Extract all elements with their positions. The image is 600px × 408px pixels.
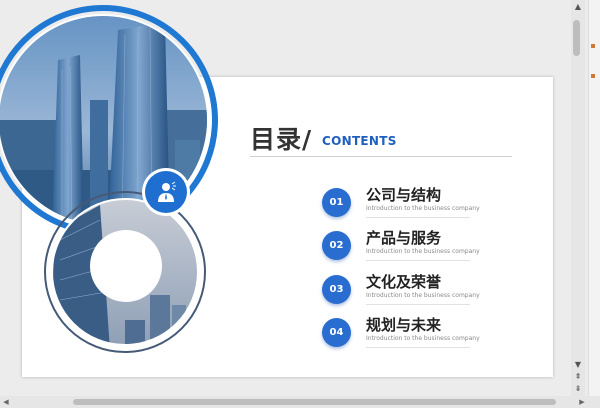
toc-item-subtitle: Introduction to the business company [366,292,480,299]
toc-item-1[interactable]: 01 公司与结构 Introduction to the business co… [322,186,480,222]
toc-item-subtitle: Introduction to the business company [366,335,480,342]
scroll-down-icon[interactable]: ▼ [571,360,585,370]
toc-item-divider [366,260,470,261]
title-chinese: 目录/ [250,125,313,154]
toc-item-4[interactable]: 04 规划与未来 Introduction to the business co… [322,316,480,352]
toc-number-badge: 03 [322,275,351,304]
toc-item-subtitle: Introduction to the business company [366,205,480,212]
horizontal-scroll-thumb[interactable] [73,399,556,405]
slide-workspace: 目录/ CONTENTS 01 公司与结构 Introduction to th… [0,0,568,396]
side-marker [591,44,595,48]
toc-item-divider [366,347,470,348]
side-panel-strip [588,0,600,396]
scroll-right-icon[interactable]: ▶ [576,396,588,408]
title-english: CONTENTS [322,134,397,148]
toc-item-title: 公司与结构 [366,186,442,204]
title-divider [250,156,512,157]
slide-title: 目录/ CONTENTS [250,120,515,158]
scroll-left-icon[interactable]: ◀ [0,396,12,408]
toc-item-title: 文化及荣誉 [366,273,442,291]
vertical-scrollbar[interactable] [571,0,585,396]
person-icon [158,181,176,202]
toc-item-divider [366,217,470,218]
page-up-icon[interactable]: ⇞ [571,372,585,382]
toc-item-title: 规划与未来 [366,316,442,334]
vertical-scroll-thumb[interactable] [573,20,580,56]
toc-number-badge: 04 [322,318,351,347]
toc-item-divider [366,304,470,305]
page-down-icon[interactable]: ⇟ [571,384,585,394]
toc-item-title: 产品与服务 [366,229,442,247]
toc-item-3[interactable]: 03 文化及荣誉 Introduction to the business co… [322,273,480,309]
toc-item-2[interactable]: 02 产品与服务 Introduction to the business co… [322,229,480,265]
city-photo-graphic [0,5,218,353]
scroll-up-icon[interactable]: ▲ [571,2,585,12]
toc-item-subtitle: Introduction to the business company [366,248,480,255]
side-marker [591,74,595,78]
toc-number-badge: 01 [322,188,351,217]
toc-number-badge: 02 [322,231,351,260]
